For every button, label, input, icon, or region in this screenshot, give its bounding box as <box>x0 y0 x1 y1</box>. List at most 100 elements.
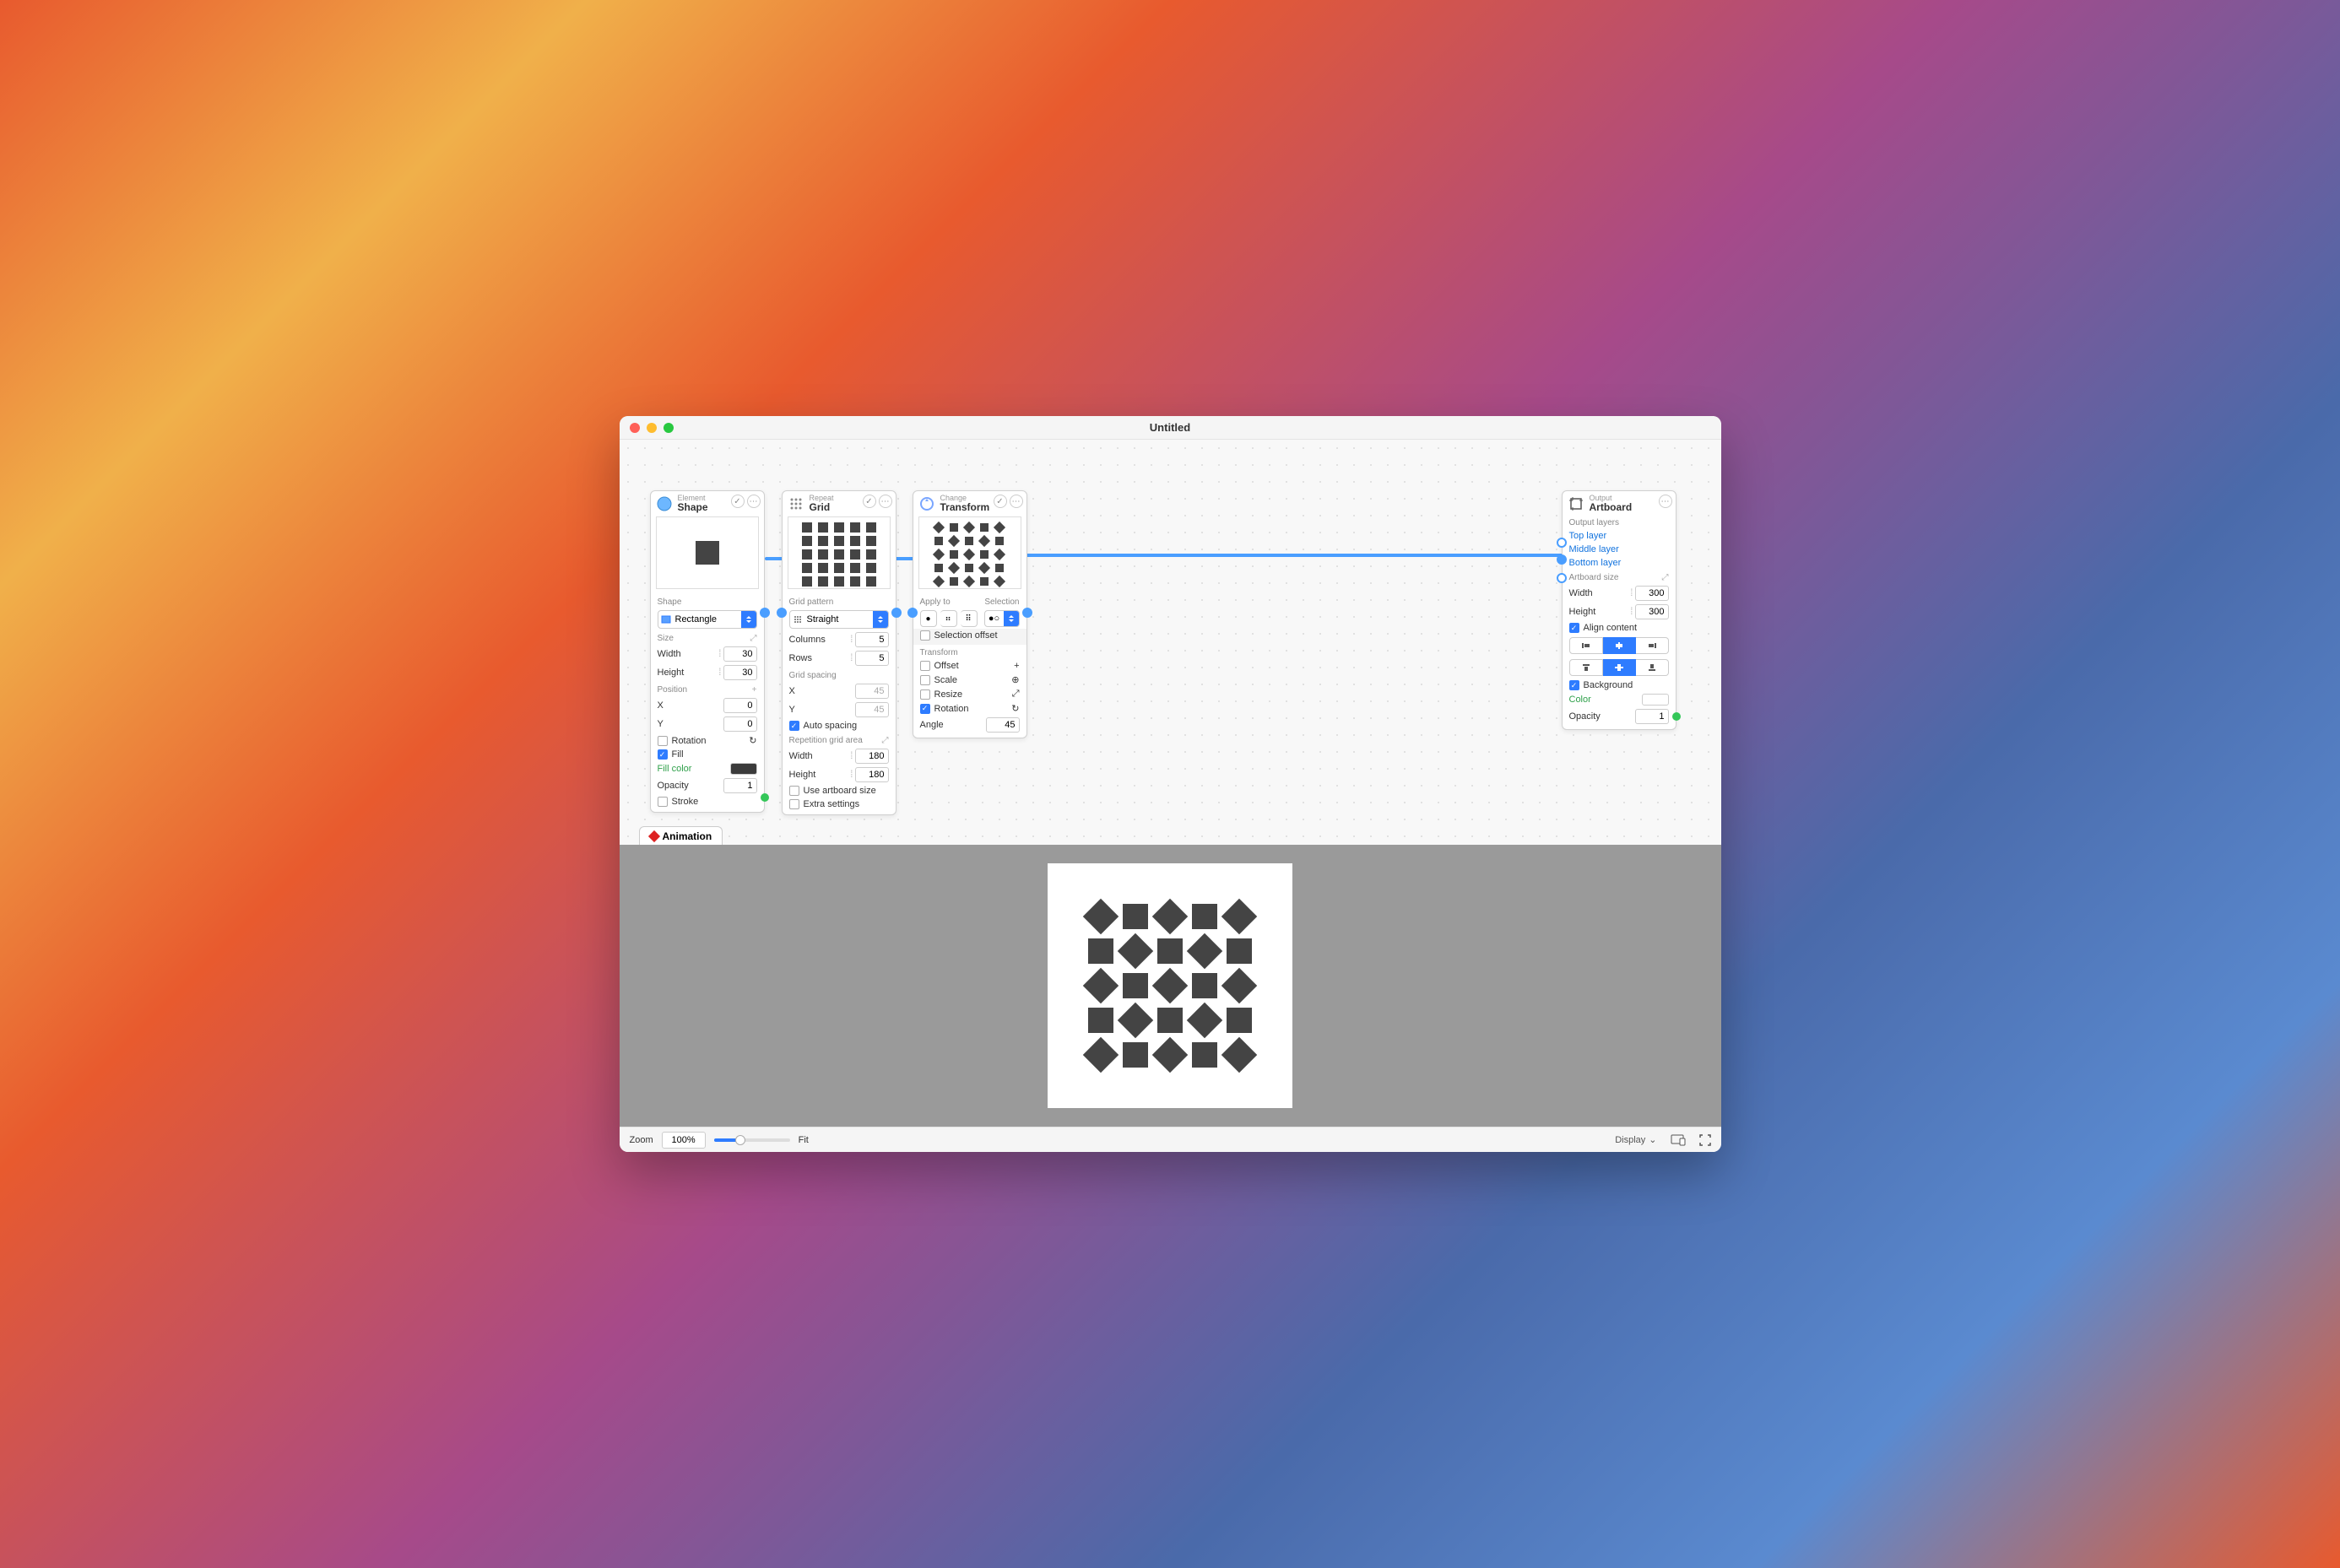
rectangle-icon <box>658 614 674 624</box>
align-h-center-button[interactable] <box>1603 637 1636 654</box>
tab-animation[interactable]: Animation <box>639 826 723 846</box>
transform-angle-input[interactable] <box>986 717 1020 733</box>
chevron-updown-icon <box>1004 611 1019 626</box>
grid-spacing-y-input[interactable] <box>855 702 889 717</box>
auto-spacing-checkbox[interactable] <box>789 721 799 731</box>
zoom-input[interactable] <box>662 1132 706 1149</box>
apply-grid-button[interactable]: ⠿ <box>961 610 978 627</box>
zoom-window-button[interactable] <box>664 423 674 433</box>
node-canvas[interactable]: Element Shape ✓ ⋯ Shape Rectangle Size⤢ … <box>620 440 1721 845</box>
artboard-opacity-input[interactable] <box>1635 709 1669 724</box>
output-port[interactable] <box>1022 608 1032 618</box>
node-confirm-button[interactable]: ✓ <box>863 495 876 508</box>
shape-width-input[interactable] <box>723 646 757 662</box>
color-port[interactable] <box>1672 712 1681 721</box>
middle-layer-link[interactable]: Middle layer <box>1569 544 1619 554</box>
fill-color-swatch[interactable] <box>730 763 757 775</box>
shape-opacity-input[interactable] <box>723 778 757 793</box>
shape-x-input[interactable] <box>723 698 757 713</box>
close-window-button[interactable] <box>630 423 640 433</box>
node-menu-button[interactable]: ⋯ <box>1659 495 1672 508</box>
input-port[interactable] <box>777 608 787 618</box>
input-port[interactable] <box>907 608 918 618</box>
minimize-window-button[interactable] <box>647 423 657 433</box>
selection-mode-select[interactable]: ●○ <box>984 610 1020 627</box>
node-menu-button[interactable]: ⋯ <box>747 495 761 508</box>
color-port[interactable] <box>761 793 769 802</box>
rotation-checkbox[interactable] <box>920 704 930 714</box>
align-v-bottom-button[interactable] <box>1636 659 1669 676</box>
shape-select[interactable]: Rectangle <box>658 610 757 629</box>
node-confirm-button[interactable]: ✓ <box>994 495 1007 508</box>
fit-button[interactable]: Fit <box>799 1135 809 1145</box>
resize-checkbox[interactable] <box>920 689 930 700</box>
align-v-middle-button[interactable] <box>1603 659 1636 676</box>
node-transform[interactable]: Change Transform ✓ ⋯ Apply to <box>913 490 1027 738</box>
extra-settings-checkbox[interactable] <box>789 799 799 809</box>
grid-columns-input[interactable] <box>855 632 889 647</box>
node-title: Shape <box>678 502 708 513</box>
node-grid[interactable]: Repeat Grid ✓ ⋯ Grid pattern <box>782 490 896 815</box>
devices-button[interactable] <box>1671 1134 1686 1146</box>
bottom-layer-link[interactable]: Bottom layer <box>1569 558 1622 568</box>
shape-preview <box>656 516 759 589</box>
node-menu-button[interactable]: ⋯ <box>879 495 892 508</box>
add-icon[interactable]: + <box>1014 661 1019 671</box>
fullscreen-button[interactable] <box>1699 1134 1711 1146</box>
selection-offset-checkbox[interactable] <box>920 630 930 641</box>
add-icon[interactable]: + <box>752 685 757 695</box>
node-artboard[interactable]: Output Artboard ⋯ Output layers Top laye… <box>1562 490 1676 730</box>
grid-spacing-x-input[interactable] <box>855 684 889 699</box>
reset-icon[interactable]: ↻ <box>1011 703 1019 714</box>
top-layer-link[interactable]: Top layer <box>1569 531 1607 541</box>
align-h-left-button[interactable] <box>1569 637 1603 654</box>
align-v-top-button[interactable] <box>1569 659 1603 676</box>
node-shape[interactable]: Element Shape ✓ ⋯ Shape Rectangle Size⤢ … <box>650 490 765 813</box>
top-layer-port[interactable] <box>1557 538 1567 548</box>
expand-icon[interactable]: ⤢ <box>1012 689 1020 700</box>
fill-checkbox[interactable] <box>658 749 668 760</box>
use-artboard-checkbox[interactable] <box>789 786 799 796</box>
align-h-right-button[interactable] <box>1636 637 1669 654</box>
stroke-checkbox[interactable] <box>658 797 668 807</box>
expand-icon[interactable]: ⤢ <box>882 736 889 745</box>
background-color-swatch[interactable] <box>1642 694 1669 706</box>
section-spacing: Grid spacing <box>789 671 837 680</box>
spacing-y-label: Y <box>789 705 795 715</box>
section-layers: Output layers <box>1569 518 1619 527</box>
apply-single-button[interactable]: ● <box>920 610 937 627</box>
display-menu[interactable]: Display⌄ <box>1615 1134 1656 1145</box>
background-checkbox[interactable] <box>1569 680 1579 690</box>
shape-y-input[interactable] <box>723 716 757 732</box>
grid-rows-input[interactable] <box>855 651 889 666</box>
align-content-checkbox[interactable] <box>1569 623 1579 633</box>
apply-four-button[interactable]: ⠶ <box>940 610 957 627</box>
scale-checkbox[interactable] <box>920 675 930 685</box>
expand-icon[interactable]: ⤢ <box>750 634 757 643</box>
reset-icon[interactable]: ↻ <box>749 735 756 746</box>
expand-icon[interactable]: ⤢ <box>1662 573 1669 582</box>
rotation-checkbox[interactable] <box>658 736 668 746</box>
y-label: Y <box>658 719 664 729</box>
shape-height-input[interactable] <box>723 665 757 680</box>
artboard-output <box>1048 863 1292 1108</box>
output-port[interactable] <box>891 608 902 618</box>
grid-area-width-input[interactable] <box>855 749 889 764</box>
width-label: Width <box>658 649 681 659</box>
zoom-label: Zoom <box>630 1135 653 1145</box>
offset-checkbox[interactable] <box>920 661 930 671</box>
grid-pattern-select[interactable]: Straight <box>789 610 889 629</box>
middle-layer-port[interactable] <box>1557 554 1567 565</box>
artboard-node-icon <box>1568 495 1584 512</box>
dots-icon <box>790 614 805 624</box>
bottom-layer-port[interactable] <box>1557 573 1567 583</box>
node-menu-button[interactable]: ⋯ <box>1010 495 1023 508</box>
node-confirm-button[interactable]: ✓ <box>731 495 745 508</box>
target-icon[interactable]: ⊕ <box>1011 674 1019 685</box>
output-port[interactable] <box>760 608 770 618</box>
zoom-slider[interactable] <box>714 1138 790 1142</box>
chevron-down-icon: ⌄ <box>1649 1134 1656 1145</box>
artboard-width-input[interactable] <box>1635 586 1669 601</box>
grid-area-height-input[interactable] <box>855 767 889 782</box>
artboard-height-input[interactable] <box>1635 604 1669 619</box>
